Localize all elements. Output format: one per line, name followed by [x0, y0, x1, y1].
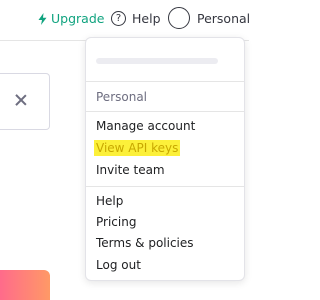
account-label: Personal — [197, 10, 251, 26]
menu-item-invite-team[interactable]: Invite team — [96, 162, 165, 178]
menu-item-view-api-keys[interactable]: View API keys — [94, 140, 181, 156]
menu-item-pricing[interactable]: Pricing — [96, 214, 136, 230]
top-bar: Upgrade ? Help Personal — [0, 0, 250, 40]
menu-item-log-out[interactable]: Log out — [96, 257, 141, 273]
background-card — [0, 73, 50, 130]
menu-item-help[interactable]: Help — [96, 193, 123, 209]
account-email-placeholder — [96, 58, 218, 64]
help-link[interactable]: ? Help — [111, 11, 161, 26]
help-label: Help — [132, 11, 161, 26]
menu-section-label: Personal — [96, 90, 148, 104]
upgrade-link[interactable]: Upgrade — [38, 11, 104, 26]
avatar-circle — [168, 7, 190, 29]
menu-divider — [86, 186, 244, 187]
gradient-banner — [0, 270, 50, 300]
upgrade-label: Upgrade — [51, 11, 105, 26]
menu-item-terms-policies[interactable]: Terms & policies — [96, 235, 194, 251]
menu-item-manage-account[interactable]: Manage account — [96, 118, 195, 134]
menu-divider — [86, 81, 244, 82]
account-dropdown-menu: Personal Manage account View API keys In… — [85, 37, 245, 281]
bolt-icon — [38, 12, 47, 25]
close-icon[interactable] — [14, 93, 28, 107]
menu-divider — [86, 111, 244, 112]
help-circle-icon: ? — [111, 11, 126, 26]
account-button[interactable]: Personal — [168, 7, 250, 29]
